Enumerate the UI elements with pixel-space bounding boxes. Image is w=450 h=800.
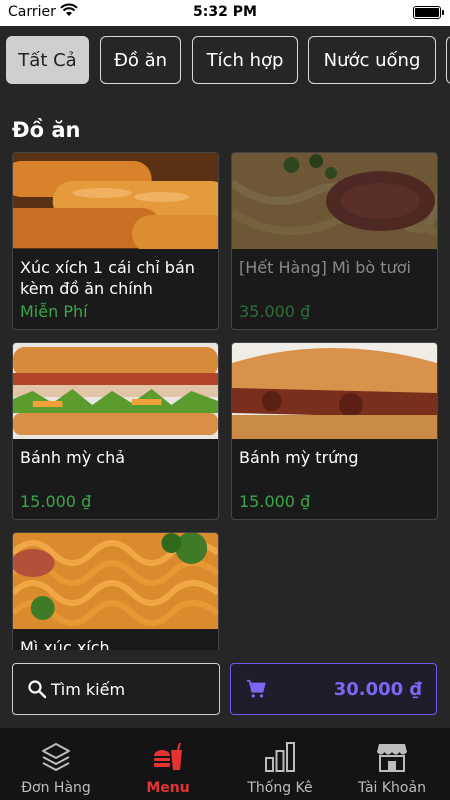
sausage-noodle-image <box>13 533 218 629</box>
product-grid: Xúc xích 1 cái chỉ bán kèm đồ ăn chính M… <box>0 150 450 650</box>
product-card[interactable]: Mì xúc xích <box>12 532 219 650</box>
nav-item-menu[interactable]: Menu <box>112 728 224 800</box>
product-name: Xúc xích 1 cái chỉ bán kèm đồ ăn chính <box>20 258 195 298</box>
nav-label: Đơn Hàng <box>21 780 91 796</box>
nav-item-orders[interactable]: Đơn Hàng <box>0 728 112 800</box>
bottom-nav: Đơn Hàng Menu Thống Kê Tài Khoản <box>0 728 450 800</box>
product-card[interactable]: Bánh mỳ trứng 15.000 ₫ <box>231 342 438 520</box>
search-placeholder: Tìm kiếm <box>51 679 126 699</box>
banh-mi-trung-image <box>232 343 437 439</box>
beef-noodle-image <box>232 153 437 249</box>
product-name: Mì xúc xích <box>20 638 110 650</box>
tab-drinks[interactable]: Nước uống <box>308 36 436 84</box>
tab-food[interactable]: Đồ ăn <box>100 36 181 84</box>
sausage-image <box>13 153 218 249</box>
product-card[interactable]: Bánh mỳ chả 15.000 ₫ <box>12 342 219 520</box>
food-menu-icon <box>154 742 182 770</box>
nav-item-stats[interactable]: Thống Kê <box>224 728 336 800</box>
battery-icon <box>413 6 444 19</box>
nav-label: Tài Khoản <box>358 780 426 796</box>
banh-mi-cha-image <box>13 343 218 439</box>
layers-icon <box>42 743 70 771</box>
section-title: Đồ ăn <box>12 118 81 142</box>
nav-label: Menu <box>146 780 190 796</box>
search-icon <box>28 680 47 699</box>
clock: 5:32 PM <box>193 4 257 20</box>
tab-more[interactable] <box>446 36 450 84</box>
product-card[interactable]: Xúc xích 1 cái chỉ bán kèm đồ ăn chính M… <box>12 152 219 330</box>
product-name: [Hết Hàng] Mì bò tươi <box>239 258 411 277</box>
product-price: 15.000 ₫ <box>20 492 92 511</box>
status-bar: Carrier 5:32 PM <box>0 0 450 26</box>
product-name: Bánh mỳ chả <box>20 448 126 467</box>
category-tabs: Tất Cả Đồ ăn Tích hợp Nước uống <box>0 26 450 100</box>
bar-chart-icon <box>265 742 295 772</box>
tab-combo[interactable]: Tích hợp <box>192 36 298 84</box>
tab-all[interactable]: Tất Cả <box>6 36 89 84</box>
product-price: 15.000 ₫ <box>239 492 311 511</box>
cart-icon <box>246 679 266 698</box>
store-icon <box>377 744 407 772</box>
nav-label: Thống Kê <box>247 780 313 796</box>
nav-item-account[interactable]: Tài Khoản <box>336 728 448 800</box>
cart-total: 30.000 ₫ <box>333 679 422 700</box>
search-input[interactable]: Tìm kiếm <box>12 663 220 715</box>
product-price: Miễn Phí <box>20 302 88 321</box>
cart-button[interactable]: 30.000 ₫ <box>230 663 437 715</box>
product-name: Bánh mỳ trứng <box>239 448 359 467</box>
product-price: 35.000 ₫ <box>239 302 311 321</box>
product-card[interactable]: [Hết Hàng] Mì bò tươi 35.000 ₫ <box>231 152 438 330</box>
